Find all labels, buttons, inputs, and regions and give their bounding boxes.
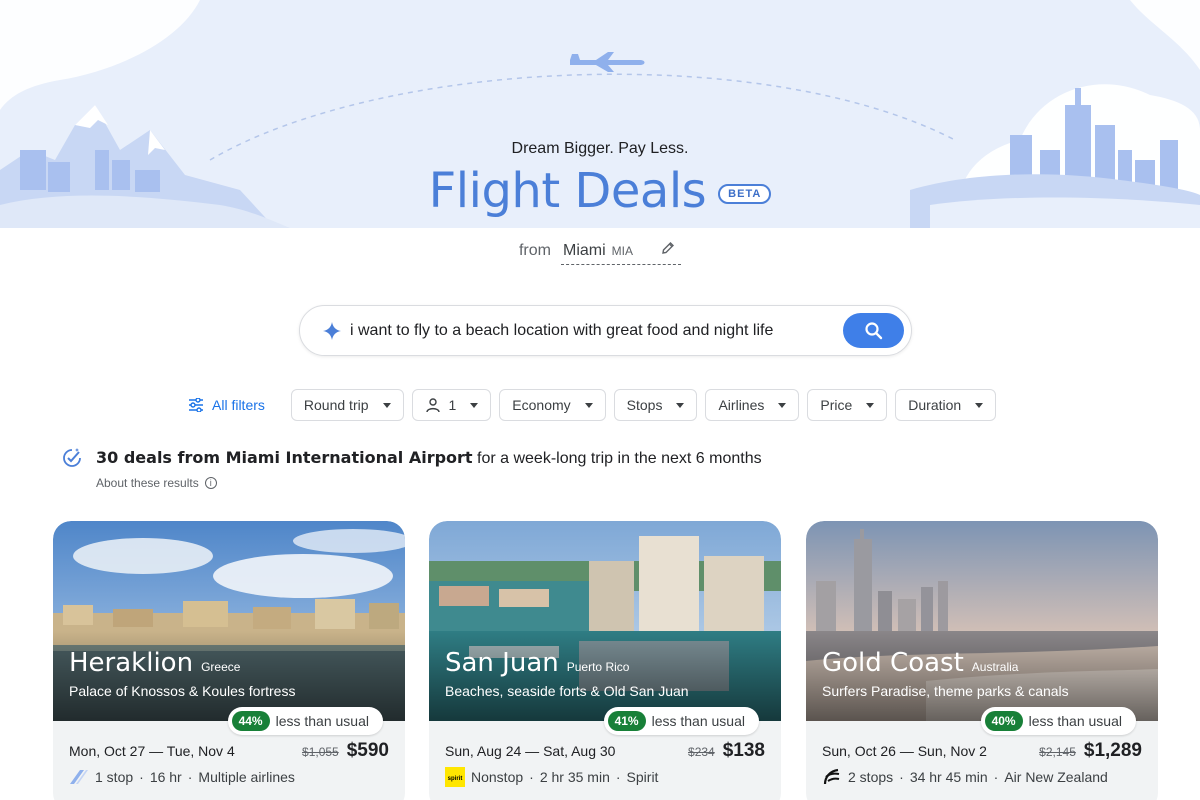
deal-price: $590 (346, 740, 389, 761)
results-summary: 30 deals from Miami International Airpor… (60, 446, 762, 490)
title-row: Flight Deals BETA (0, 163, 1200, 219)
discount-badge: 40% less than usual (980, 707, 1136, 735)
chevron-down-icon (975, 402, 984, 408)
origin-selector: from Miami MIA (0, 240, 1200, 265)
deal-country: Australia (971, 660, 1019, 674)
discount-percent: 40% (984, 711, 1023, 731)
separator: · (899, 769, 904, 785)
trip-type-dropdown[interactable]: Round trip (290, 389, 404, 421)
search-button[interactable] (843, 313, 904, 348)
deal-card[interactable]: San Juan Puerto Rico Beaches, seaside fo… (429, 521, 781, 800)
deal-tagline: Beaches, seaside forts & Old San Juan (445, 683, 689, 699)
info-icon: i (204, 477, 217, 489)
discount-percent: 41% (607, 711, 646, 731)
airlines-label: Airlines (718, 397, 765, 413)
old-price: $2,145 (1039, 745, 1076, 759)
discount-text: less than usual (651, 713, 745, 729)
duration-label: Duration (908, 397, 962, 413)
deal-country: Greece (201, 660, 241, 674)
old-price: $1,055 (302, 745, 339, 759)
deal-duration: 2 hr 35 min (539, 769, 610, 785)
filter-bar: All filters Round trip 1 Economy Stops A… (186, 389, 997, 421)
trip-type-label: Round trip (303, 397, 369, 413)
price-dropdown[interactable]: Price (807, 389, 888, 421)
deal-dates: Sun, Oct 26 — Sun, Nov 2 (822, 743, 987, 759)
deal-country: Puerto Rico (566, 660, 630, 674)
cabin-label: Economy (512, 397, 571, 413)
deal-duration: 16 hr (149, 769, 182, 785)
deal-stops: Nonstop (471, 769, 524, 785)
deal-price: $1,289 (1083, 740, 1142, 761)
deal-dates: Sun, Aug 24 — Sat, Aug 30 (445, 743, 616, 759)
deal-airline: Air New Zealand (1004, 769, 1108, 785)
deal-card[interactable]: Heraklion Greece Palace of Knossos & Kou… (53, 521, 405, 800)
deal-city: Heraklion (69, 648, 194, 678)
about-results-link[interactable]: About these results i (96, 476, 762, 490)
about-results-label: About these results (96, 476, 199, 490)
discount-badge: 44% less than usual (227, 707, 383, 735)
deal-price: $138 (722, 740, 765, 761)
pencil-icon[interactable] (657, 240, 679, 256)
air-new-zealand-logo-icon (822, 767, 842, 787)
deal-stops: 2 stops (848, 769, 894, 785)
search-bar[interactable] (299, 305, 912, 356)
deal-duration: 34 hr 45 min (909, 769, 988, 785)
separator: · (139, 769, 144, 785)
person-icon (425, 398, 440, 413)
deal-dates: Mon, Oct 27 — Tue, Nov 4 (69, 743, 235, 759)
deal-stops: 1 stop (95, 769, 134, 785)
origin-city: Miami (562, 242, 606, 259)
cabin-dropdown[interactable]: Economy (499, 389, 606, 421)
all-filters-label: All filters (212, 397, 265, 413)
chevron-down-icon (470, 402, 479, 408)
old-price: $234 (688, 745, 715, 759)
spirit-logo-icon: spirit (445, 767, 465, 787)
chevron-down-icon (382, 402, 391, 408)
passengers-dropdown[interactable]: 1 (411, 389, 492, 421)
deal-airline: Multiple airlines (198, 769, 295, 785)
deal-city: Gold Coast (822, 648, 964, 678)
results-count: 30 deals from Miami International Airpor… (96, 448, 762, 468)
separator: · (993, 769, 999, 785)
discount-text: less than usual (275, 713, 369, 729)
price-label: Price (820, 397, 853, 413)
origin-prefix: from (518, 242, 551, 259)
origin-field[interactable]: Miami MIA (560, 240, 681, 265)
discount-text: less than usual (1028, 713, 1122, 729)
airplane-icon (570, 52, 645, 72)
chevron-down-icon (778, 402, 787, 408)
deal-card[interactable]: Gold Coast Australia Surfers Paradise, t… (806, 521, 1158, 800)
deal-tagline: Palace of Knossos & Koules fortress (69, 683, 296, 699)
tune-icon (189, 398, 203, 412)
discount-percent: 44% (231, 711, 270, 731)
deal-airline: Spirit (626, 769, 659, 785)
results-count-rest: for a week-long trip in the next 6 month… (472, 450, 762, 467)
all-filters-button[interactable]: All filters (186, 389, 267, 421)
airlines-dropdown[interactable]: Airlines (705, 389, 800, 421)
passengers-label: 1 (448, 397, 457, 413)
separator: · (187, 769, 193, 785)
spirit-logo-text: spirit (448, 776, 463, 782)
separator: · (529, 769, 534, 785)
results-count-bold: 30 deals from Miami International Airpor… (96, 448, 473, 467)
deals-check-icon (63, 448, 81, 467)
page-title: Flight Deals (428, 163, 707, 219)
beta-badge: BETA (718, 184, 772, 204)
deal-tagline: Surfers Paradise, theme parks & canals (822, 683, 1069, 699)
separator: · (615, 769, 621, 785)
duration-dropdown[interactable]: Duration (895, 389, 997, 421)
hero-tagline: Dream Bigger. Pay Less. (511, 140, 689, 157)
stops-dropdown[interactable]: Stops (613, 389, 698, 421)
sparkle-icon (323, 321, 341, 340)
stops-label: Stops (626, 397, 663, 413)
origin-code: MIA (611, 244, 633, 258)
chevron-down-icon (584, 402, 593, 408)
chevron-down-icon (866, 402, 875, 408)
search-input[interactable] (350, 321, 830, 340)
discount-badge: 41% less than usual (603, 707, 759, 735)
multiple-airlines-icon (69, 767, 89, 787)
deal-city: San Juan (445, 648, 559, 678)
chevron-down-icon (676, 402, 685, 408)
search-icon (864, 321, 882, 339)
